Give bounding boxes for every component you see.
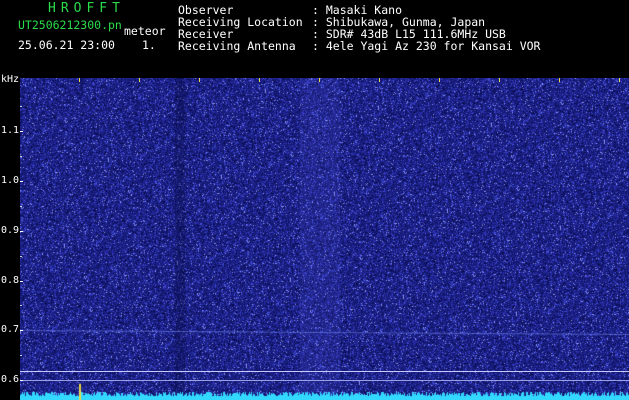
time-tick [619,78,620,82]
time-tick [439,78,440,82]
time-tick [499,78,500,82]
freq-minor-tick [20,106,22,107]
spectrogram-canvas [20,78,629,400]
freq-tick [20,330,23,331]
freq-tick-label: 1.0 [1,175,20,186]
antenna-label: Receiving Antenna [178,39,296,53]
freq-tick [20,131,23,132]
index-label: 1. [142,38,156,52]
freq-tick-label: 0.6 [1,374,20,385]
time-tick [259,78,260,82]
hrofft-window: HROFFT UT2506212300.pn meteor 25.06.21 2… [0,0,629,400]
freq-tick [20,181,23,182]
time-tick [199,78,200,82]
freq-tick-label: 1.1 [1,125,20,136]
reference-line [20,371,629,372]
brand-title: HROFFT [48,1,125,16]
freq-tick [20,231,23,232]
freq-tick [20,380,23,381]
freq-tick-label: 0.7 [1,324,20,335]
time-tick [559,78,560,82]
time-tick [139,78,140,82]
freq-minor-tick [20,206,22,207]
time-tick [319,78,320,82]
freq-minor-tick [20,256,22,257]
time-tick [379,78,380,82]
freq-tick-label: 0.8 [1,275,20,286]
y-unit-label: kHz [1,74,20,85]
datetime-label: 25.06.21 23:00 [18,38,115,52]
time-tick [79,78,80,82]
spectrogram-plot [20,78,629,400]
freq-minor-tick [20,355,22,356]
freq-minor-tick [20,305,22,306]
filename-label: UT2506212300.pn [18,18,122,32]
freq-tick [20,281,23,282]
freq-minor-tick [20,156,22,157]
freq-tick-label: 0.9 [1,225,20,236]
reference-line [20,380,629,381]
mode-label: meteor [124,24,166,38]
antenna-value: : 4ele Yagi Az 230 for Kansai VOR [312,39,541,53]
